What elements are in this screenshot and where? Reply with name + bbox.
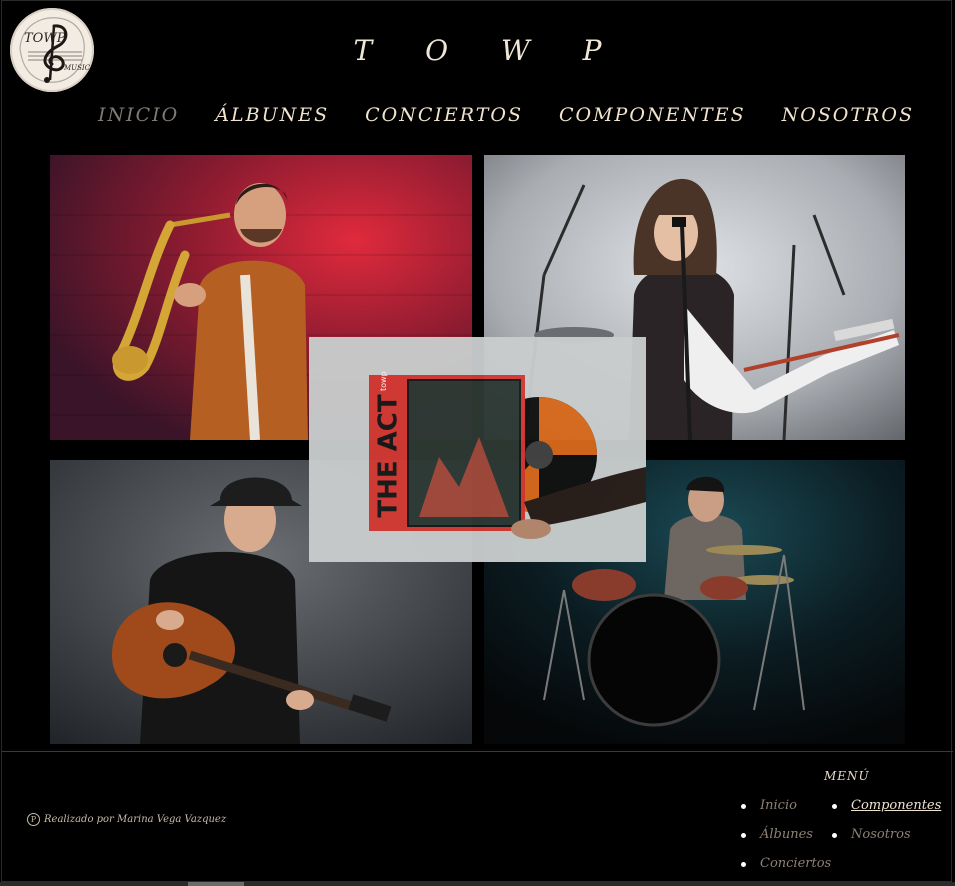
- bullet-icon: [741, 804, 746, 809]
- footer-menu-col2: Componentes Nosotros: [832, 798, 941, 856]
- footer-credit: P Realizado por Marina Vega Vazquez: [27, 813, 226, 826]
- main-nav: INICIO ÁLBUNES CONCIERTOS COMPONENTES NO…: [98, 104, 914, 126]
- nav-item-inicio[interactable]: INICIO: [98, 104, 179, 126]
- footer-link-nosotros[interactable]: Nosotros: [851, 827, 911, 842]
- p-circle-icon: P: [27, 813, 40, 826]
- footer-divider: [2, 751, 953, 752]
- album-overlay[interactable]: THE ACT towp: [309, 337, 646, 562]
- horizontal-scrollbar[interactable]: [0, 882, 955, 886]
- footer-link-componentes[interactable]: Componentes: [851, 798, 941, 813]
- nav-item-albunes[interactable]: ÁLBUNES: [215, 104, 329, 126]
- credit-text: Realizado por Marina Vega Vazquez: [44, 814, 227, 825]
- footer-menu-title: MENÚ: [824, 769, 870, 783]
- scrollbar-thumb[interactable]: [188, 882, 244, 886]
- nav-item-conciertos[interactable]: CONCIERTOS: [365, 104, 523, 126]
- footer-link-albunes[interactable]: Álbunes: [760, 827, 813, 842]
- site-title: T O W P: [353, 34, 624, 67]
- bullet-icon: [741, 862, 746, 867]
- footer-menu-col1: Inicio Álbunes Conciertos: [741, 798, 831, 885]
- album-band: towp: [379, 371, 388, 391]
- bullet-icon: [741, 833, 746, 838]
- nav-item-componentes[interactable]: COMPONENTES: [559, 104, 746, 126]
- nav-item-nosotros[interactable]: NOSOTROS: [782, 104, 914, 126]
- bullet-icon: [832, 804, 837, 809]
- album-title: THE ACT: [374, 394, 404, 518]
- footer-link-conciertos[interactable]: Conciertos: [760, 856, 831, 871]
- bullet-icon: [832, 833, 837, 838]
- footer-link-inicio[interactable]: Inicio: [760, 798, 797, 813]
